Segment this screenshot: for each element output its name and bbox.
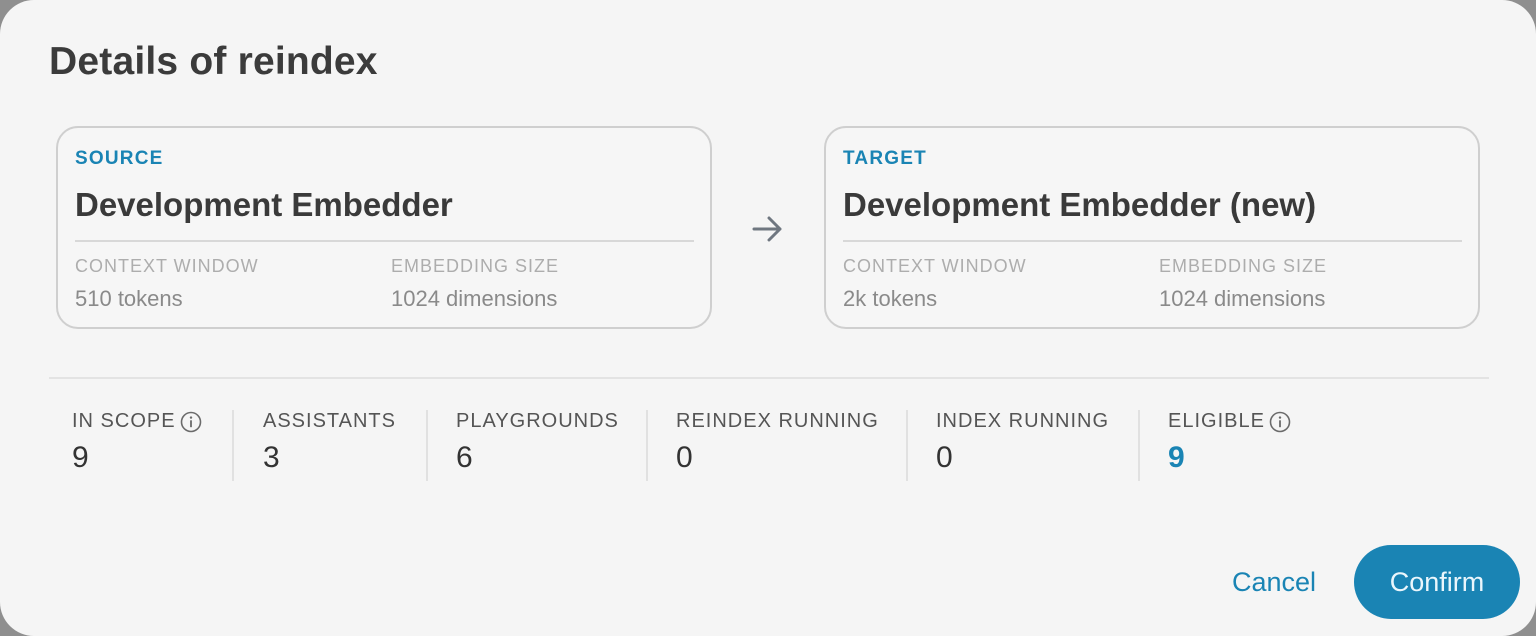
arrow-right-icon <box>752 216 782 242</box>
info-icon[interactable] <box>1269 411 1291 433</box>
source-embedding-size: EMBEDDING SIZE 1024 dimensions <box>391 256 559 312</box>
dialog-title: Details of reindex <box>49 40 378 83</box>
target-embedder-name: Development Embedder (new) <box>843 186 1317 223</box>
target-embedding-size-value: 1024 dimensions <box>1159 286 1326 311</box>
stat-in-scope-label: IN SCOPE <box>72 410 176 432</box>
source-embedder-name: Development Embedder <box>75 186 453 223</box>
stat-separator <box>646 410 648 481</box>
stat-eligible: ELIGIBLE 9 <box>1168 410 1291 482</box>
confirm-button[interactable]: Confirm <box>1354 545 1520 619</box>
source-eyebrow: SOURCE <box>75 148 164 169</box>
stat-separator <box>426 410 428 481</box>
stat-playgrounds-value: 6 <box>456 441 473 474</box>
stat-eligible-value: 9 <box>1168 441 1185 474</box>
source-context-window-value: 510 tokens <box>75 286 183 311</box>
stat-index-running: INDEX RUNNING 0 <box>936 410 1109 482</box>
stat-assistants-value: 3 <box>263 441 280 474</box>
source-card-divider <box>75 240 694 242</box>
stat-reindex-running: REINDEX RUNNING 0 <box>676 410 879 482</box>
target-embedding-size-label: EMBEDDING SIZE <box>1159 256 1328 276</box>
stat-separator <box>232 410 234 481</box>
source-card: SOURCE Development Embedder CONTEXT WIND… <box>56 126 712 329</box>
target-embedding-size: EMBEDDING SIZE 1024 dimensions <box>1159 256 1327 312</box>
stat-reindex-running-value: 0 <box>676 441 693 474</box>
stat-in-scope-label-row: IN SCOPE <box>72 410 202 433</box>
stat-assistants-label: ASSISTANTS <box>263 410 396 432</box>
source-embedding-size-value: 1024 dimensions <box>391 286 558 311</box>
stat-index-running-value: 0 <box>936 441 953 474</box>
stat-separator <box>1138 410 1140 481</box>
stat-in-scope-value: 9 <box>72 441 89 474</box>
stat-separator <box>906 410 908 481</box>
source-context-window-label: CONTEXT WINDOW <box>75 256 259 276</box>
target-context-window-label: CONTEXT WINDOW <box>843 256 1027 276</box>
source-embedding-size-label: EMBEDDING SIZE <box>391 256 560 276</box>
stat-eligible-label-row: ELIGIBLE <box>1168 410 1291 433</box>
reindex-details-dialog: Details of reindex SOURCE Development Em… <box>0 0 1536 636</box>
info-icon[interactable] <box>180 411 202 433</box>
stat-assistants: ASSISTANTS 3 <box>263 410 396 482</box>
stat-reindex-running-label: REINDEX RUNNING <box>676 410 879 432</box>
cancel-button[interactable]: Cancel <box>1215 551 1333 613</box>
target-card-divider <box>843 240 1462 242</box>
source-context-window: CONTEXT WINDOW 510 tokens <box>75 256 259 312</box>
target-eyebrow: TARGET <box>843 148 927 169</box>
stat-playgrounds-label: PLAYGROUNDS <box>456 410 619 432</box>
target-context-window-value: 2k tokens <box>843 286 938 311</box>
target-context-window: CONTEXT WINDOW 2k tokens <box>843 256 1027 312</box>
stat-playgrounds: PLAYGROUNDS 6 <box>456 410 619 482</box>
stat-in-scope: IN SCOPE 9 <box>72 410 202 482</box>
target-card: TARGET Development Embedder (new) CONTEX… <box>824 126 1480 329</box>
stat-index-running-label: INDEX RUNNING <box>936 410 1110 432</box>
stat-eligible-label: ELIGIBLE <box>1168 410 1265 432</box>
section-divider <box>49 377 1489 379</box>
